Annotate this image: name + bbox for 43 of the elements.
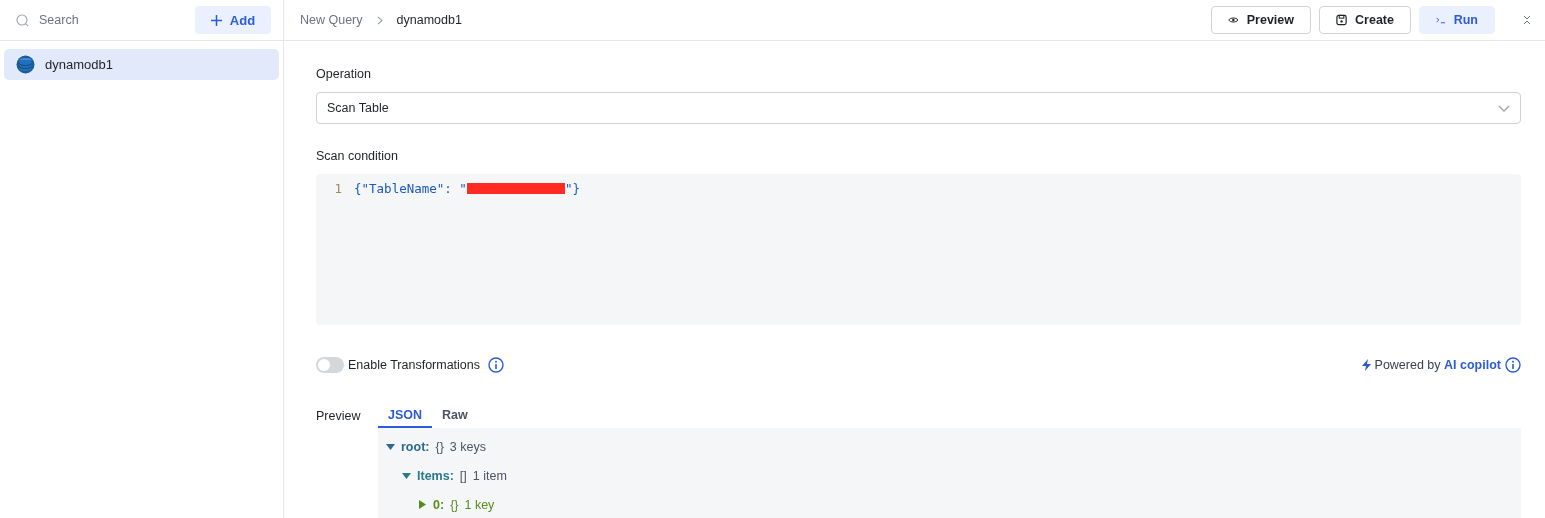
line-number: 1 xyxy=(333,181,343,196)
tree-key: Items: xyxy=(417,468,454,483)
run-button[interactable]: Run xyxy=(1419,6,1495,34)
breadcrumb-item[interactable]: New Query xyxy=(300,13,363,27)
create-button[interactable]: Create xyxy=(1319,6,1411,34)
breadcrumb-item: dynamodb1 xyxy=(396,13,462,27)
tree-summary: 3 keys xyxy=(449,439,486,454)
tree-brackets: {} xyxy=(435,439,444,454)
code-editor[interactable]: 1 {"TableName": " "} xyxy=(316,174,1521,325)
collapse-icon[interactable] xyxy=(1523,15,1531,25)
code-line: {"TableName": " "} xyxy=(354,181,580,196)
lightning-icon xyxy=(1361,359,1371,371)
chevron-down-icon xyxy=(1498,104,1510,112)
preview-button[interactable]: Preview xyxy=(1211,6,1311,34)
preview-label: Preview xyxy=(316,408,362,425)
chevron-right-icon xyxy=(376,15,383,25)
copilot-link[interactable]: AI copilot xyxy=(1444,358,1501,372)
toggle-switch[interactable] xyxy=(316,357,344,373)
tree-brackets: {} xyxy=(450,497,459,512)
terminal-icon xyxy=(1436,15,1446,25)
caret-down-icon[interactable] xyxy=(386,442,395,451)
search-field[interactable]: Search xyxy=(37,12,161,28)
preview-tab[interactable]: Raw xyxy=(432,403,478,428)
datasource-item[interactable]: dynamodb1 xyxy=(4,49,279,80)
plus-icon xyxy=(210,14,222,26)
tree-key: 0: xyxy=(433,497,445,512)
info-icon xyxy=(488,357,504,373)
tree-brackets: [] xyxy=(459,468,467,483)
caret-down-icon[interactable] xyxy=(402,471,411,480)
database-icon xyxy=(16,55,35,74)
toggle-label: Enable Transformations xyxy=(348,358,480,372)
eye-icon xyxy=(1228,15,1239,25)
add-button[interactable]: Add xyxy=(195,6,271,34)
copilot-credit: Powered by AI copilot xyxy=(1374,358,1501,372)
operation-dropdown[interactable]: Scan Table xyxy=(316,92,1521,124)
field-label: Operation xyxy=(316,67,372,81)
info-icon xyxy=(1505,357,1521,373)
tree-key: root: xyxy=(401,439,430,454)
field-label: Scan condition xyxy=(316,149,399,163)
search-icon xyxy=(16,13,29,27)
tree-summary: 1 item xyxy=(472,468,507,483)
caret-right-icon[interactable] xyxy=(418,500,427,509)
tree-summary: 1 key xyxy=(464,497,495,512)
